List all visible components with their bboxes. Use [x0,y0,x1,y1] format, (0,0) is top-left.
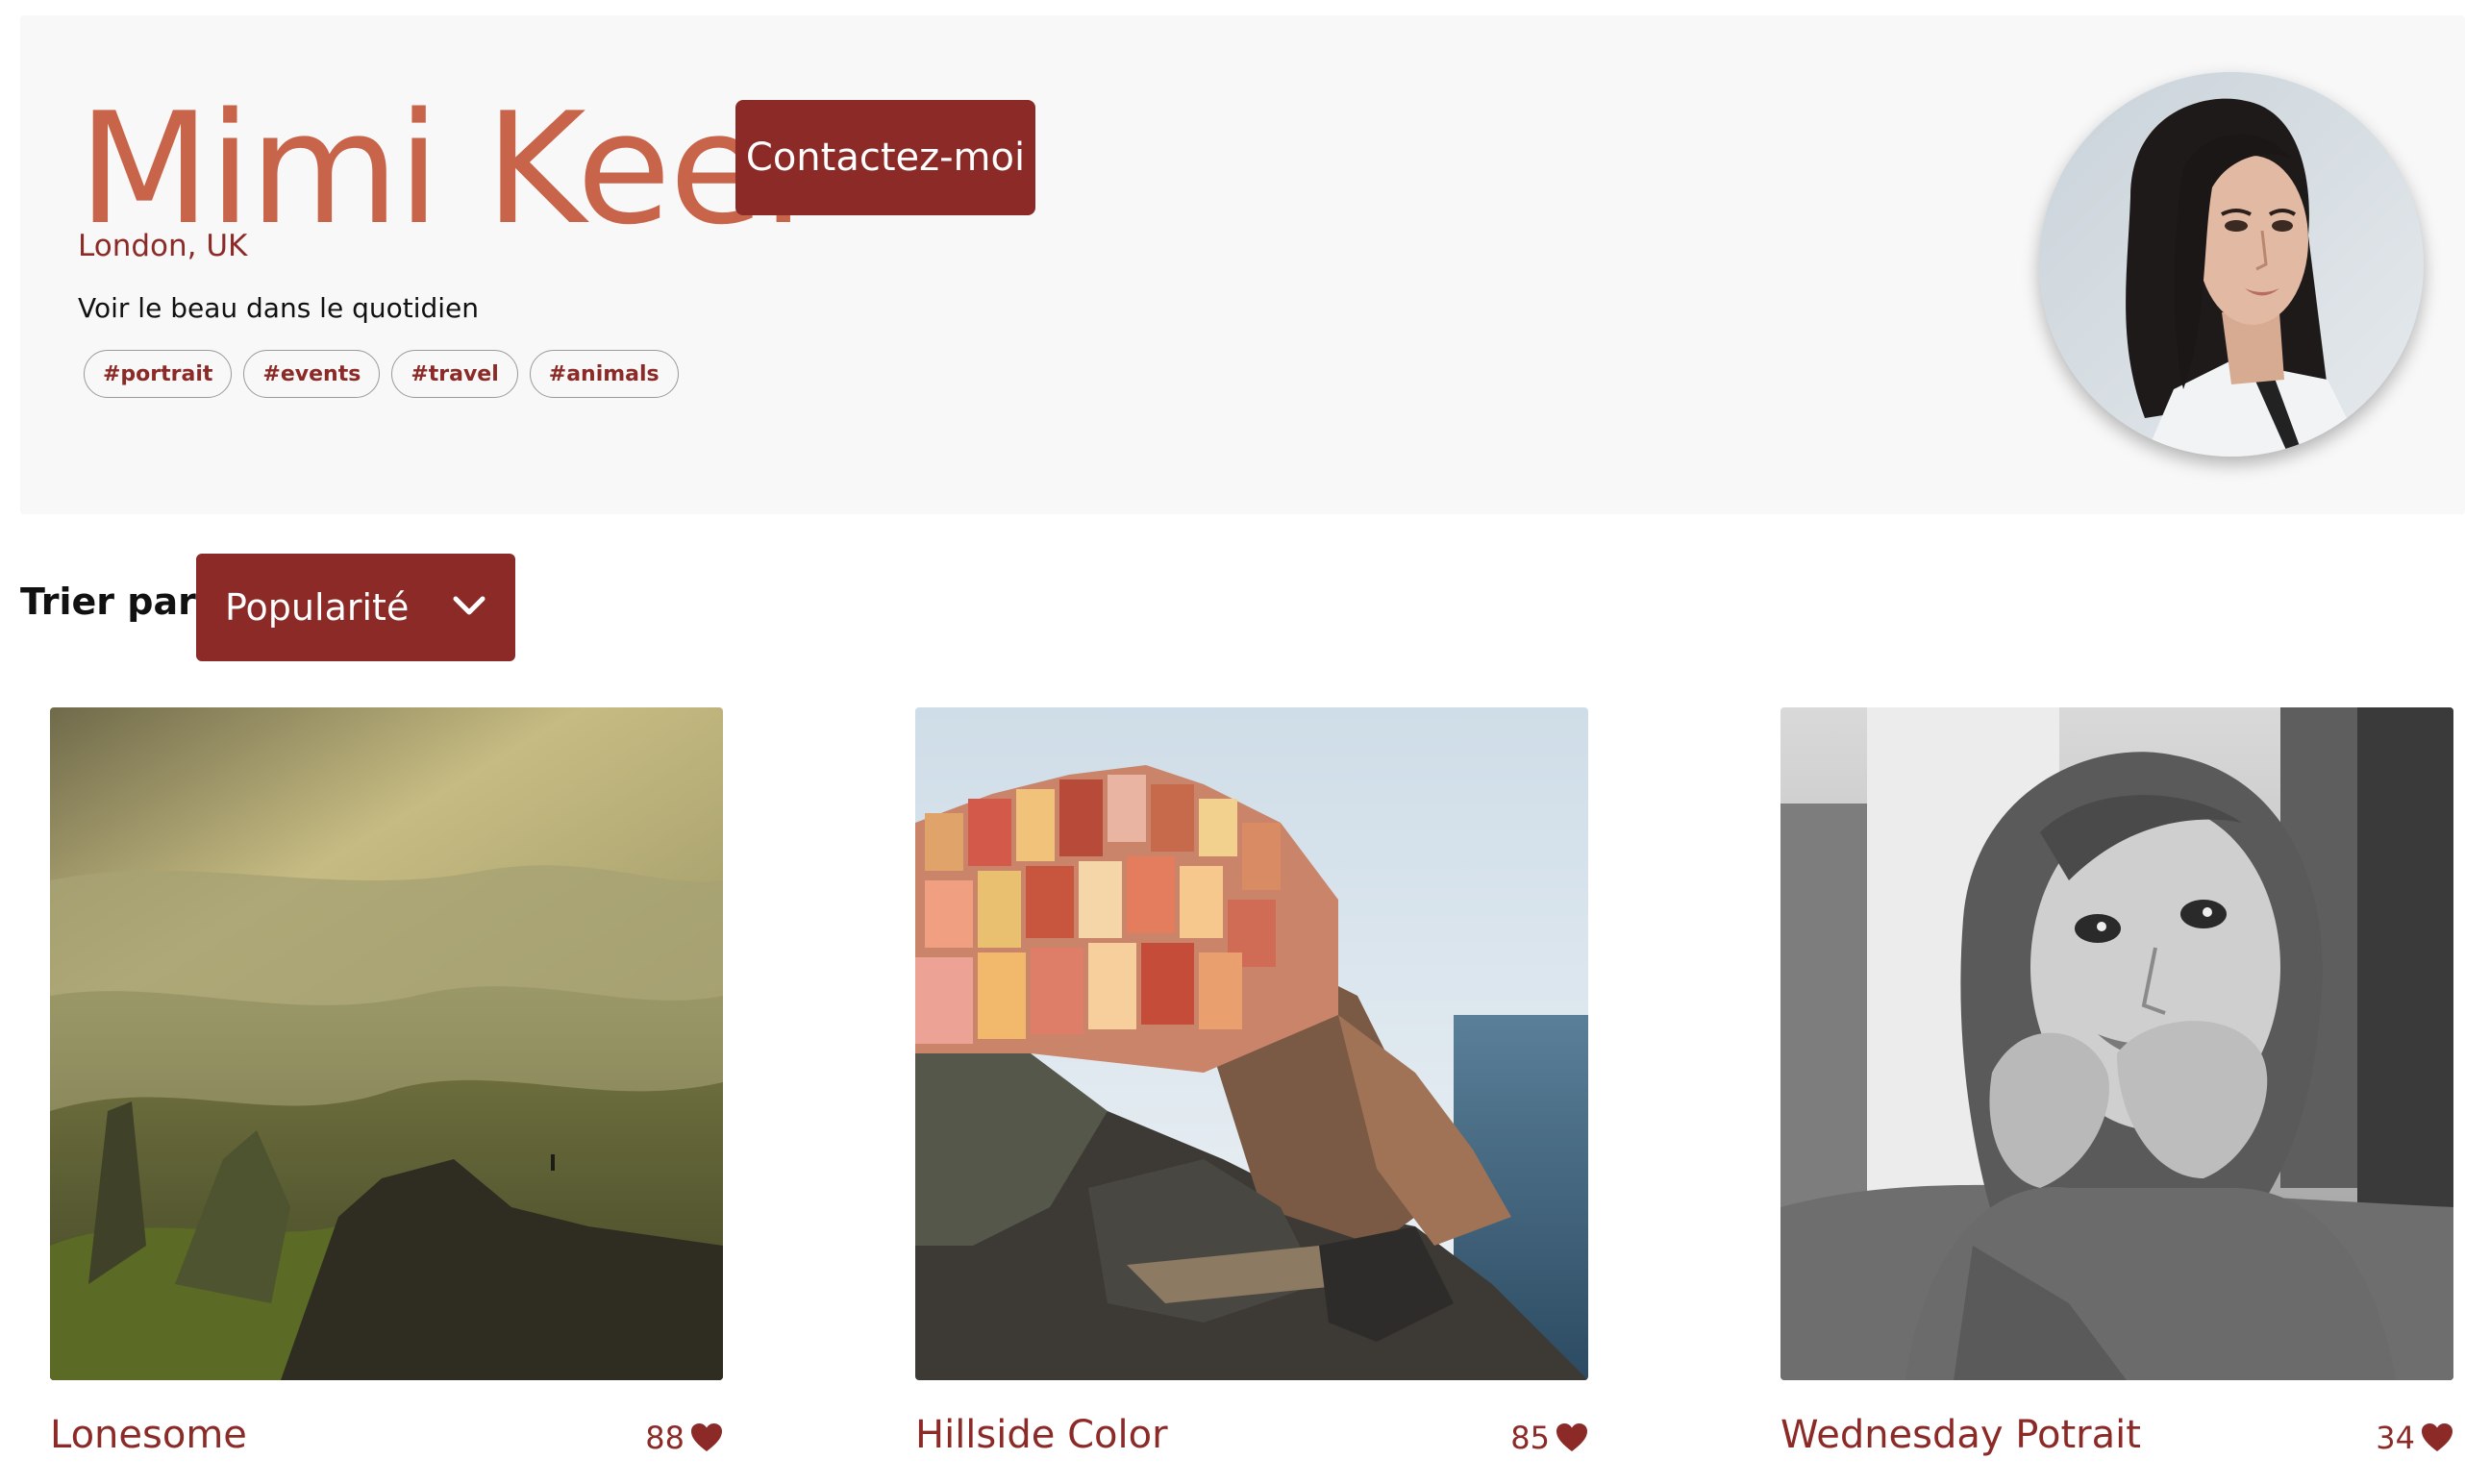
photo-card-likes: 34 [2376,1417,2453,1459]
avatar [2039,72,2424,457]
heart-icon[interactable] [1556,1422,1588,1453]
photo-card-title[interactable]: Hillside Color [915,1413,1168,1457]
like-count: 34 [2376,1420,2415,1456]
profile-header: Mimi Keel Contactez-moi London, UK Voir … [20,15,2465,514]
photo-card-image[interactable] [915,707,1588,1380]
tag-animals[interactable]: #animals [529,350,679,398]
tag-events[interactable]: #events [243,350,381,398]
sort-selected-value: Popularité [225,586,410,629]
tag-list: #portrait #events #travel #animals [84,350,679,398]
heart-icon[interactable] [2421,1422,2453,1453]
profile-location: London, UK [78,229,248,263]
photo-card-likes: 85 [1510,1417,1588,1459]
tag-portrait[interactable]: #portrait [84,350,233,398]
chevron-down-icon [452,594,486,621]
photo-card-title[interactable]: Lonesome [50,1413,247,1457]
photo-card-image[interactable] [50,707,723,1380]
sort-label: Trier par [20,581,196,623]
like-count: 88 [645,1420,685,1456]
sort-dropdown[interactable]: Popularité [196,554,515,661]
profile-bio: Voir le beau dans le quotidien [78,292,480,324]
heart-icon[interactable] [690,1422,723,1453]
photo-card-title[interactable]: Wednesday Potrait [1780,1413,2141,1457]
photo-card-likes: 88 [645,1417,723,1459]
like-count: 85 [1510,1420,1550,1456]
tag-travel[interactable]: #travel [391,350,518,398]
contact-button[interactable]: Contactez-moi [735,100,1035,215]
photo-card-image[interactable] [1780,707,2453,1380]
